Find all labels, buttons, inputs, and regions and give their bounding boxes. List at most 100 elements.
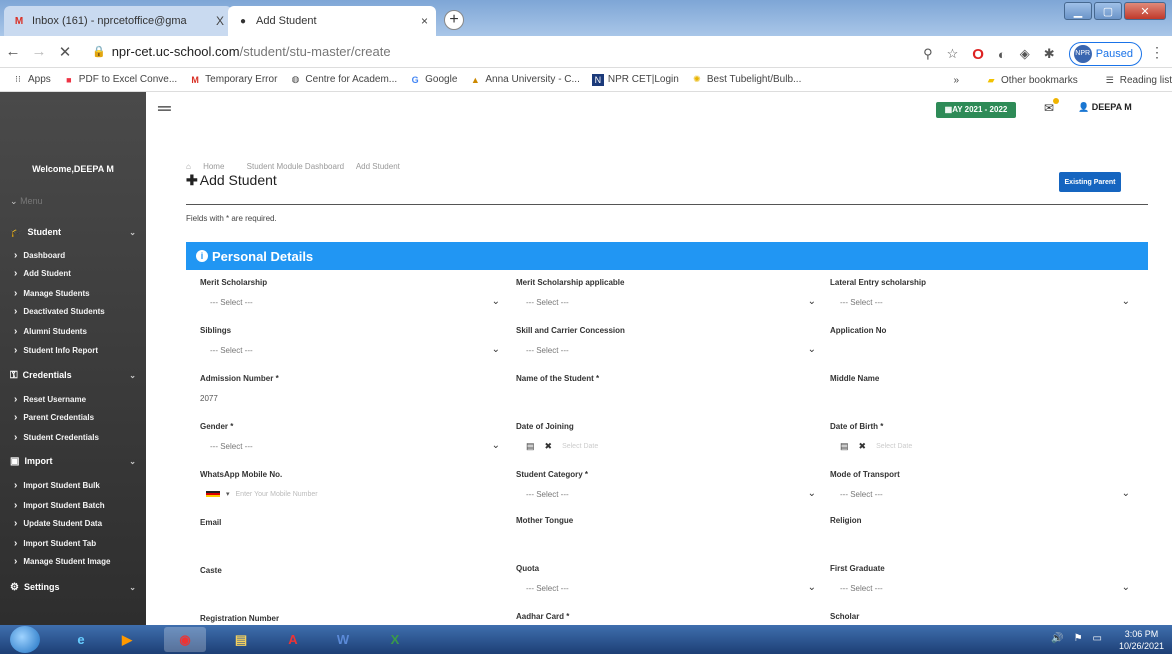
flag-icon[interactable] xyxy=(206,491,220,497)
personal-details-header[interactable]: i Personal Details xyxy=(186,242,1148,270)
section-label: Credentials xyxy=(22,370,72,380)
siblings-select[interactable]: --- Select --- ⌄ xyxy=(210,344,500,355)
acrobat-icon[interactable]: A xyxy=(272,627,314,652)
field-mode-of-transport: Mode of Transport --- Select --- ⌄ xyxy=(830,470,1130,499)
sidebar-section-student[interactable]: 🎓 Student ⌄ xyxy=(0,221,146,243)
sidebar-item-import-student-tab[interactable]: Import Student Tab xyxy=(14,538,96,549)
forward-icon[interactable]: → xyxy=(26,43,52,60)
internet-explorer-icon[interactable]: e xyxy=(60,627,102,652)
mail-icon[interactable]: ✉ xyxy=(1044,101,1054,115)
user-menu[interactable]: 👤 DEEPA M xyxy=(1078,102,1132,113)
sidebar-item-update-student-data[interactable]: Update Student Data xyxy=(14,518,102,529)
back-icon[interactable]: ← xyxy=(0,43,26,60)
clear-icon[interactable]: ✖ xyxy=(545,441,553,452)
academic-year-badge[interactable]: ▦AY 2021 - 2022 xyxy=(936,102,1016,118)
sidebar-section-import[interactable]: ▣ Import ⌄ xyxy=(0,450,146,472)
field-label: Gender * xyxy=(200,422,234,431)
sidebar-item-deactivated-students[interactable]: Deactivated Students xyxy=(14,306,104,317)
breadcrumb-student-dashboard[interactable]: Student Module Dashboard xyxy=(247,162,344,171)
media-player-icon[interactable]: ▶ xyxy=(106,627,148,652)
excel-icon[interactable]: X xyxy=(374,627,416,652)
clock[interactable]: 3:06 PM 10/26/2021 xyxy=(1119,628,1164,652)
chevron-down-icon: ⌄ xyxy=(10,196,18,206)
breadcrumb-home[interactable]: ⌂ Home xyxy=(186,162,234,171)
whatsapp-input[interactable]: ▾ Enter Your Mobile Number xyxy=(206,490,318,498)
student-category-select[interactable]: --- Select --- ⌄ xyxy=(526,488,816,499)
opera-extension-icon[interactable]: O xyxy=(972,46,984,63)
transport-select[interactable]: --- Select --- ⌄ xyxy=(840,488,1130,499)
quota-select[interactable]: --- Select --- ⌄ xyxy=(526,582,816,593)
lateral-entry-select[interactable]: --- Select --- ⌄ xyxy=(840,296,1130,307)
new-tab-button[interactable]: + xyxy=(444,10,464,30)
other-bookmarks[interactable]: ▰ Other bookmarks xyxy=(985,74,1078,86)
stop-icon[interactable]: ✕ xyxy=(52,43,78,61)
url-field[interactable]: npr-cet.uc-school.com/student/stu-master… xyxy=(112,44,391,59)
tab-inbox[interactable]: M Inbox (161) - nprcetoffice@gma X xyxy=(4,6,232,36)
word-icon[interactable]: W xyxy=(322,627,364,652)
first-graduate-select[interactable]: --- Select --- ⌄ xyxy=(840,582,1130,593)
admission-number-input[interactable]: 2077 xyxy=(200,394,218,403)
sidebar-item-import-student-batch[interactable]: Import Student Batch xyxy=(14,500,104,511)
sidebar-item-parent-credentials[interactable]: Parent Credentials xyxy=(14,412,94,423)
section-label: Import xyxy=(24,456,53,466)
bookmark-google[interactable]: G Google xyxy=(409,74,458,86)
volume-icon[interactable]: 🔊 xyxy=(1051,633,1063,644)
menu-toggle[interactable]: ⌄ Menu xyxy=(10,196,43,207)
gender-select[interactable]: --- Select --- ⌄ xyxy=(210,440,500,451)
sidebar-item-alumni-students[interactable]: Alumni Students xyxy=(14,326,87,337)
calendar-icon[interactable]: ▤ xyxy=(840,441,849,452)
maximize-icon[interactable]: ▢ xyxy=(1094,2,1122,20)
merit-scholarship-select[interactable]: --- Select --- ⌄ xyxy=(210,296,500,307)
star-icon[interactable]: ☆ xyxy=(947,46,959,62)
sidebar-item-student-credentials[interactable]: Student Credentials xyxy=(14,432,99,443)
sidebar-item-manage-student-image[interactable]: Manage Student Image xyxy=(14,556,110,567)
skill-concession-select[interactable]: --- Select --- ⌄ xyxy=(526,344,816,355)
calendar-icon[interactable]: ▤ xyxy=(526,441,535,452)
sidebar-section-settings[interactable]: ⚙ Settings ⌄ xyxy=(0,576,146,598)
sidebar-item-add-student[interactable]: Add Student xyxy=(14,268,71,279)
reading-list[interactable]: ☰ Reading list xyxy=(1104,74,1172,86)
puzzle-icon[interactable]: ✱ xyxy=(1044,46,1055,62)
zoom-icon[interactable]: ⚲ xyxy=(923,46,933,62)
bookmark-pdf-excel[interactable]: ■ PDF to Excel Conve... xyxy=(63,74,177,86)
explorer-folder-icon[interactable]: ▤ xyxy=(220,627,262,652)
sidebar-item-import-student-bulk[interactable]: Import Student Bulk xyxy=(14,480,99,491)
browser-menu-icon[interactable]: ⋮ xyxy=(1150,44,1164,61)
bookmarks-overflow[interactable]: » xyxy=(953,75,959,86)
bookmark-apps[interactable]: ⁝⁝ Apps xyxy=(12,74,51,86)
minimize-icon[interactable]: ▁ xyxy=(1064,2,1092,20)
extension-icon[interactable]: ◐ xyxy=(998,47,1006,62)
reading-list-icon: ☰ xyxy=(1105,74,1114,85)
existing-parent-button[interactable]: Existing Parent xyxy=(1059,172,1121,192)
bookmark-centre-academ[interactable]: ◍ Centre for Academ... xyxy=(289,74,397,86)
bookmarks-bar: ⁝⁝ Apps ■ PDF to Excel Conve... M Temporary… xyxy=(0,68,1172,92)
bookmark-temporary-error[interactable]: M Temporary Error xyxy=(189,74,277,86)
date-of-joining-picker[interactable]: ▤ ✖ Select Date xyxy=(526,441,598,452)
merit-applicable-select[interactable]: --- Select --- ⌄ xyxy=(526,296,816,307)
hamburger-icon[interactable]: ═ xyxy=(158,98,171,119)
chevron-down-icon: ⌄ xyxy=(491,440,500,451)
chrome-icon[interactable]: ◉ xyxy=(164,627,206,652)
shield-extension-icon[interactable]: ◈ xyxy=(1020,46,1030,62)
network-icon[interactable]: ▭ xyxy=(1093,633,1102,644)
chevron-down-icon: ⌄ xyxy=(807,344,816,355)
bookmark-anna-university[interactable]: ▲ Anna University - C... xyxy=(469,74,580,86)
date-of-birth-picker[interactable]: ▤ ✖ Select Date xyxy=(840,441,912,452)
sidebar-item-dashboard[interactable]: Dashboard xyxy=(14,250,65,261)
flag-tray-icon[interactable]: ⚑ xyxy=(1074,633,1083,644)
profile-button[interactable]: NPR Paused xyxy=(1068,42,1142,66)
clear-icon[interactable]: ✖ xyxy=(859,441,867,452)
select-value: --- Select --- xyxy=(210,442,253,451)
start-button[interactable] xyxy=(10,626,40,653)
tab-close-icon[interactable]: × xyxy=(421,14,428,28)
bookmark-tubelight[interactable]: ✺ Best Tubelight/Bulb... xyxy=(691,74,801,86)
bookmark-npr-login[interactable]: N NPR CET|Login xyxy=(591,73,679,86)
sidebar-item-student-info-report[interactable]: Student Info Report xyxy=(14,345,98,356)
tab-close-icon[interactable]: X xyxy=(216,14,224,28)
tab-add-student[interactable]: ● Add Student × xyxy=(228,6,436,36)
sidebar-item-manage-students[interactable]: Manage Students xyxy=(14,288,89,299)
window-close-icon[interactable]: ✕ xyxy=(1124,2,1166,20)
sidebar-item-reset-username[interactable]: Reset Username xyxy=(14,394,86,405)
sidebar-section-credentials[interactable]: ⚿ Credentials ⌄ xyxy=(0,364,146,386)
field-aadhar-card: Aadhar Card * xyxy=(516,612,816,621)
